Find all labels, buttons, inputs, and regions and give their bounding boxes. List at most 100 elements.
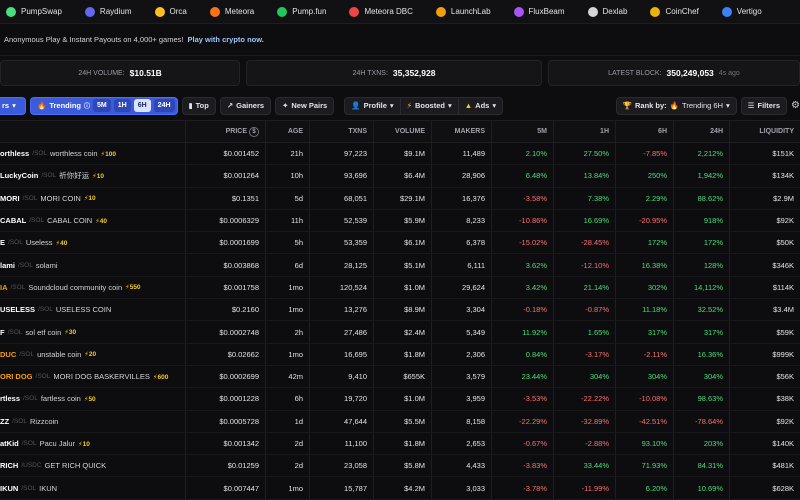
timeframe-5m[interactable]: 5M [93,99,111,112]
boost-count: 10 [88,195,96,203]
token-table-body: orthless/SOL worthless coin ⚡100 $0.001452 2… [0,143,800,500]
table-row[interactable]: IA/SOL Soundcloud community coin ⚡550 $0.00… [0,276,800,300]
cell-liquidity: $3.4M [773,305,794,315]
table-row[interactable]: F/SOL sol etf coin ⚡30 $0.0002748 2h 27,486 $2… [0,321,800,344]
nav-item-label: Pump.fun [292,7,327,16]
col-age[interactable]: AGE [266,121,310,142]
token-pair: /SOL [21,484,37,492]
table-row[interactable]: atKid/SOL Pacu Jalur ⚡10 $0.001342 2d 11,100 $… [0,432,800,456]
boost-count: 50 [88,395,96,403]
table-row[interactable]: orthless/SOL worthless coin ⚡100 $0.001452 2… [0,143,800,166]
nav-item-pumpswap[interactable]: PumpSwap [6,6,62,17]
token-symbol: orthless [0,149,30,159]
cell-age: 6d [266,254,310,276]
nav-item-raydium[interactable]: Raydium [84,6,132,17]
table-row[interactable]: lami/SOL solami $0.003868 6d 28,125 $5.1M 6,11… [0,254,800,277]
token-pair: /SOL [41,172,57,180]
token-name: unstable coin [37,349,82,359]
currency-toggle-icon[interactable]: $ [249,126,259,137]
cell-change-1h: -28.45% [554,232,616,254]
cell-age: 5d [266,187,310,209]
nav-item-pump-fun[interactable]: Pump.fun [277,6,327,17]
col-liquidity[interactable]: LIQUIDITY [730,121,800,142]
nav-item-meteora-dbc[interactable]: Meteora DBC [349,6,413,17]
nav-item-coinchef[interactable]: CoinChef [650,6,699,17]
cell-volume: $1.8M [374,343,432,365]
stat-block-label: LATEST BLOCK: [608,69,662,77]
token-name: fartless coin [40,394,81,404]
table-row[interactable]: CABAL/SOL CABAL COIN ⚡40 $0.0006329 11h 52,53… [0,209,800,233]
cell-price: $0.01259 [186,455,266,477]
gear-icon[interactable]: ⚙ [791,100,800,111]
profile-filter[interactable]: 👤 Profile ▾ [344,96,401,115]
table-row[interactable]: USELESS/SOL USELESS COIN $0.2160 1mo 13,276 $… [0,299,800,322]
filter-partial-button[interactable]: rs ▾ [0,96,26,115]
timeframe-1h[interactable]: 1H [113,99,131,112]
stat-txns: 24H TXNS: 35,352,928 [246,60,542,86]
col-volume[interactable]: VOLUME [374,121,432,142]
boosted-filter[interactable]: ⚡ Boosted ▾ [400,96,459,115]
rank-label: Rank by: [634,101,667,110]
cell-token: MORI/SOL MORI COIN ⚡10 [0,187,186,209]
cell-liquidity: $999K [772,349,794,359]
token-name: GET RICH QUICK [44,461,107,471]
col-24h[interactable]: 24H [674,121,730,142]
filters-button[interactable]: ☰ Filters [740,96,788,115]
table-row[interactable]: LuckyCoin/SOL 祈你好运 ⚡10 $0.001264 10h 93,696 $6… [0,165,800,188]
cell-age: 1mo [266,477,310,499]
col-6h[interactable]: 6H [616,121,674,142]
top-button[interactable]: ▮ Top [181,96,216,115]
ads-icon: ▲ [464,101,473,110]
table-row[interactable]: ZZ/SOL Rizzcoin $0.0005728 1d 47,644 $5.5M 8,1… [0,410,800,433]
boost-badge: ⚡600 [153,373,168,381]
nav-item-fluxbeam[interactable]: FluxBeam [513,6,565,17]
gainers-button[interactable]: ↗ Gainers [219,96,272,115]
nav-item-orca[interactable]: Orca [154,6,187,17]
token-symbol: DUC [0,349,17,359]
filter-partial-label: rs [2,101,10,110]
cell-liquidity: $151K [772,149,794,159]
cell-volume: $1.0M [374,388,432,410]
chevron-down-icon: ▾ [492,101,497,110]
nav-item-meteora[interactable]: Meteora [209,6,254,17]
nav-item-vertigo[interactable]: Vertigo [721,6,762,17]
col-price[interactable]: PRICE $ [186,121,266,142]
cell-change-24h: 317% [674,321,730,343]
token-symbol: CABAL [0,216,27,226]
col-txns[interactable]: TXNS [310,121,374,142]
cell-change-5m: 11.92% [492,321,554,343]
table-row[interactable]: rtless/SOL fartless coin ⚡50 $0.0001228 6h 19… [0,388,800,411]
boost-badge: ⚡50 [84,395,96,403]
table-row[interactable]: IKUN/SOL IKUN $0.007447 1mo 15,787 $4.2M 3,033… [0,477,800,500]
stat-txns-label: 24H TXNS: [352,69,388,77]
cell-liquidity: $114K [772,282,794,292]
top-icon: ▮ [188,101,193,110]
col-1h[interactable]: 1H [554,121,616,142]
table-row[interactable]: DUC/SOL unstable coin ⚡20 $0.02662 1mo 16,695… [0,343,800,366]
col-5m[interactable]: 5M [492,121,554,142]
token-symbol: E [0,238,6,248]
trending-filter[interactable]: 🔥 Trending ⓘ 5M 1H 6H 24H [30,96,178,115]
nav-item-launchlab[interactable]: LaunchLab [435,6,491,17]
table-row[interactable]: E/SOL Useless ⚡40 $0.0001699 5h 53,359 $6.1M 6,… [0,232,800,255]
top-label: Top [195,101,209,110]
cell-txns: 28,125 [310,254,374,276]
timeframe-24h[interactable]: 24H [153,99,175,112]
filters-label: Filters [757,101,781,110]
trending-label: Trending [49,101,82,110]
cell-change-24h: 128% [674,254,730,276]
ads-filter[interactable]: ▲ Ads ▾ [458,96,504,115]
cell-change-24h: 918% [674,209,730,232]
timeframe-6h[interactable]: 6H [133,99,151,112]
nav-item-dexlab[interactable]: Dexlab [587,6,627,17]
new-pairs-button[interactable]: ✦ New Pairs [275,96,335,115]
cell-liquidity: $140K [772,439,794,448]
table-row[interactable]: MORI/SOL MORI COIN ⚡10 $0.1351 5d 68,051 $29.1… [0,187,800,210]
table-row[interactable]: ORI DOG/SOL MORI DOG BASKERVILLES ⚡600 $0.0… [0,365,800,389]
banner-link[interactable]: Play with crypto now. [187,35,263,44]
table-row[interactable]: RICH/USDC GET RICH QUICK $0.01259 2d 23,058 $… [0,455,800,478]
col-makers[interactable]: MAKERS [432,121,492,142]
rank-by-button[interactable]: 🏆 Rank by: 🔥 Trending 6H ▾ [615,96,737,115]
nav-item-label: CoinChef [665,7,699,16]
token-symbol: IA [0,282,8,292]
